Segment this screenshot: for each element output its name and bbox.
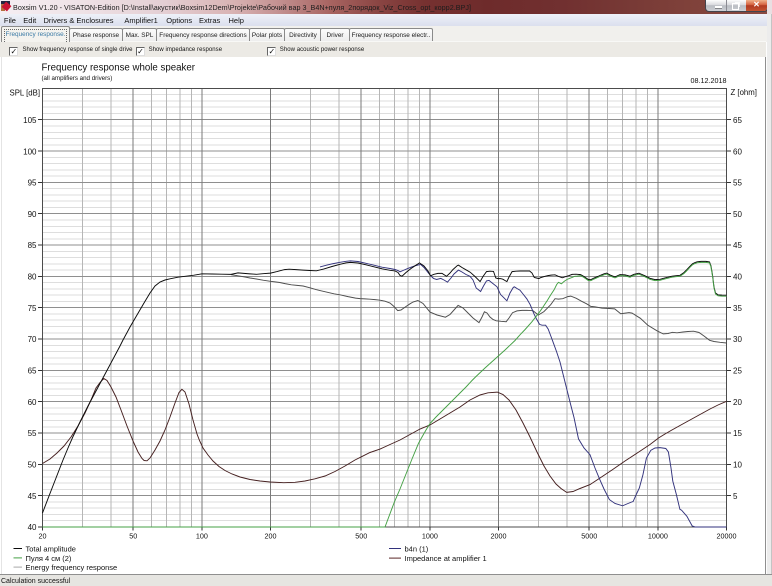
svg-text:Impedance at amplifier 1: Impedance at amplifier 1	[405, 554, 487, 563]
svg-text:Пуля 4 см (2): Пуля 4 см (2)	[26, 554, 72, 563]
svg-text:Energy frequency response: Energy frequency response	[26, 563, 118, 572]
svg-text:Total amplitude: Total amplitude	[26, 544, 76, 553]
svg-text:b4n (1): b4n (1)	[405, 544, 429, 553]
